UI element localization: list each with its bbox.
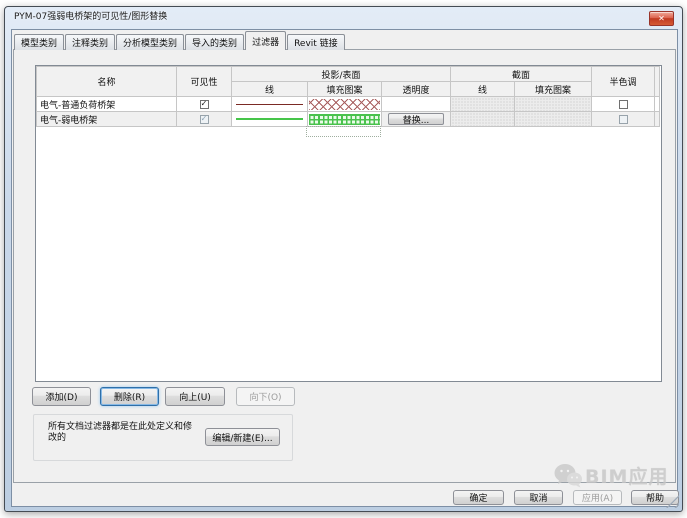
line-swatch: [235, 118, 304, 120]
pattern-cell-selection-hint: [306, 126, 381, 137]
visibility-checkbox[interactable]: ✓: [199, 99, 209, 109]
filters-note-text: 所有文档过滤器都是在此处定义和修改的: [48, 422, 193, 443]
cancel-button[interactable]: 取消: [514, 490, 563, 505]
dialog-content: 模型类别 注释类别 分析模型类别 导入的类别 过滤器 Revit 链接 名称 可…: [11, 29, 679, 507]
filters-table: 名称 可见性 投影/表面 截面 半色调 线 填充图案 透明度 线 填充图案 电气…: [36, 66, 661, 127]
col-header-name: 名称: [36, 66, 177, 97]
visibility-checkbox[interactable]: ✓: [199, 114, 209, 124]
projection-lines-cell[interactable]: [231, 111, 308, 127]
delete-button[interactable]: 删除(R): [100, 387, 159, 406]
grid-pattern-swatch: [309, 113, 380, 125]
visibility-checkbox-cell[interactable]: ✓: [176, 96, 232, 112]
filters-note-groupbox: 所有文档过滤器都是在此处定义和修改的 编辑/新建(E)...: [33, 414, 293, 461]
tab-filters[interactable]: 过滤器: [245, 31, 287, 50]
table-filler: [654, 96, 661, 112]
titlebar[interactable]: PYM-07强弱电桥架的可见性/图形替换 ✕: [5, 7, 682, 29]
col-group-section: 截面: [450, 66, 593, 82]
close-button[interactable]: ✕: [649, 11, 674, 26]
projection-lines-cell[interactable]: [231, 96, 308, 112]
col-header-projection-patterns: 填充图案: [307, 81, 382, 97]
filters-table-container: 名称 可见性 投影/表面 截面 半色调 线 填充图案 透明度 线 填充图案 电气…: [35, 65, 662, 382]
col-header-section-lines: 线: [450, 81, 516, 97]
move-down-button: 向下(O): [236, 387, 295, 406]
transparency-cell: 替换...: [380, 111, 452, 127]
col-group-projection-surface: 投影/表面: [230, 66, 452, 82]
filter-name-cell[interactable]: 电气-弱电桥架: [36, 111, 177, 127]
close-icon: ✕: [658, 14, 665, 23]
tab-revit-links[interactable]: Revit 链接: [287, 34, 345, 50]
projection-pattern-cell[interactable]: [307, 96, 382, 112]
table-filler: [654, 66, 661, 97]
tab-imported-categories[interactable]: 导入的类别: [185, 34, 245, 50]
screen: PYM-07强弱电桥架的可见性/图形替换 ✕ 模型类别 注释类别 分析模型类别 …: [0, 0, 687, 518]
edit-new-button[interactable]: 编辑/新建(E)...: [205, 428, 280, 446]
add-button[interactable]: 添加(D): [32, 387, 91, 406]
ok-button[interactable]: 确定: [453, 490, 504, 505]
col-header-visibility: 可见性: [176, 66, 232, 97]
tab-model-categories[interactable]: 模型类别: [14, 34, 65, 50]
col-header-projection-lines: 线: [231, 81, 308, 97]
tab-annotation-categories[interactable]: 注释类别: [65, 34, 116, 50]
apply-button: 应用(A): [573, 490, 622, 505]
table-filler: [654, 111, 661, 127]
section-lines-cell-disabled: [450, 96, 516, 112]
halftone-checkbox[interactable]: [618, 114, 628, 124]
col-header-section-patterns: 填充图案: [514, 81, 593, 97]
crosshatch-pattern-swatch: [309, 98, 380, 110]
projection-pattern-cell[interactable]: [307, 111, 382, 127]
tab-page-filters: 名称 可见性 投影/表面 截面 半色调 线 填充图案 透明度 线 填充图案 电气…: [13, 49, 676, 483]
line-swatch: [235, 103, 304, 105]
col-header-transparency: 透明度: [380, 81, 452, 97]
filter-name-cell[interactable]: 电气-普通负荷桥架: [36, 96, 177, 112]
col-header-halftone: 半色调: [591, 66, 656, 97]
section-lines-cell-disabled: [450, 111, 516, 127]
visibility-checkbox-cell[interactable]: ✓: [176, 111, 232, 127]
section-pattern-cell-disabled: [514, 96, 593, 112]
dialog-window: PYM-07强弱电桥架的可见性/图形替换 ✕ 模型类别 注释类别 分析模型类别 …: [4, 6, 683, 512]
override-button[interactable]: 替换...: [388, 113, 444, 126]
halftone-checkbox[interactable]: [618, 99, 628, 109]
halftone-checkbox-cell[interactable]: [591, 111, 656, 127]
table-row-filter-1: 电气-普通负荷桥架 ✓: [36, 96, 661, 112]
transparency-cell[interactable]: [380, 96, 452, 112]
table-row-filter-2: 电气-弱电桥架 ✓ 替换...: [36, 111, 661, 127]
window-title: PYM-07强弱电桥架的可见性/图形替换: [14, 12, 168, 22]
tab-analytical-model-categories[interactable]: 分析模型类别: [116, 34, 185, 50]
halftone-checkbox-cell[interactable]: [591, 96, 656, 112]
tab-strip: 模型类别 注释类别 分析模型类别 导入的类别 过滤器 Revit 链接: [14, 31, 346, 50]
move-up-button[interactable]: 向上(U): [165, 387, 225, 406]
section-pattern-cell-disabled: [514, 111, 593, 127]
